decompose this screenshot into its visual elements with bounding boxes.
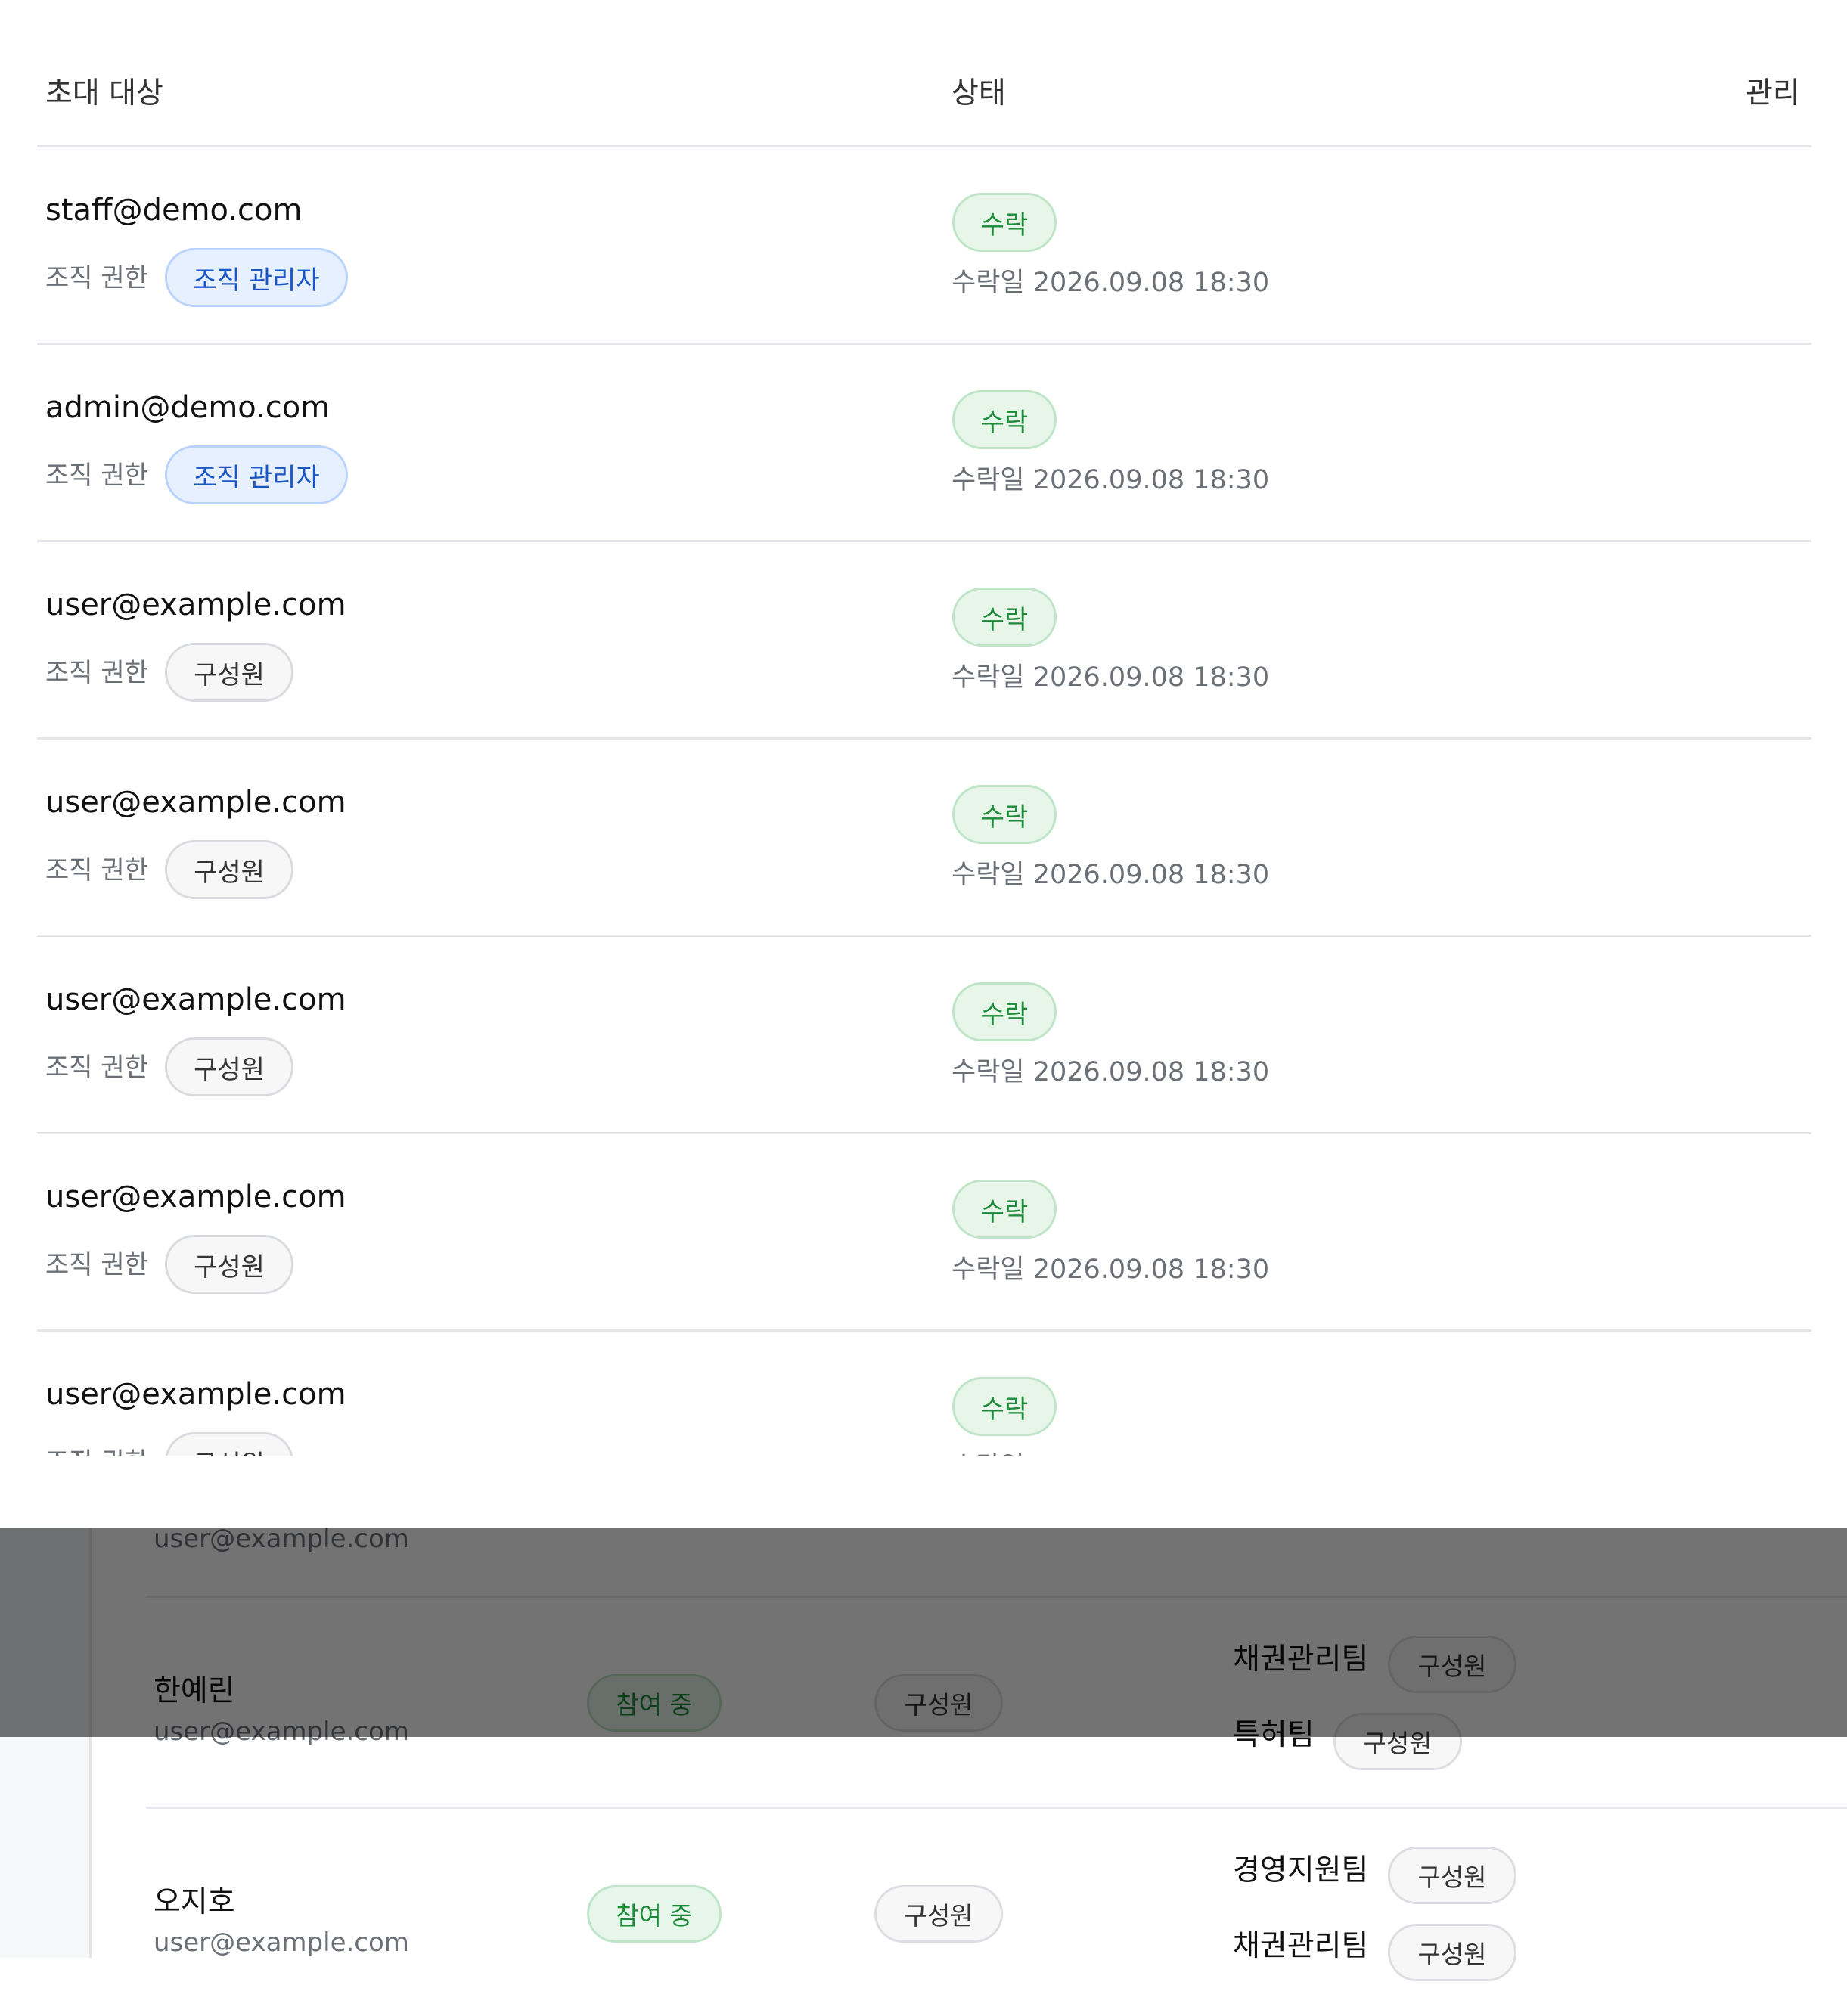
accepted-date: 수락일 2026.09.08 18:30 (951, 1445, 1269, 1456)
invitation-row[interactable]: user@example.com 조직 권한 구성원 수락 수락일 2026.0… (37, 1332, 1811, 1456)
status-badge: 수락 (952, 390, 1057, 449)
role-badge: 구성원 (165, 643, 293, 702)
invitee-email: user@example.com (45, 982, 346, 1017)
role-badge: 조직 관리자 (165, 248, 348, 307)
status-badge: 수락 (952, 1180, 1057, 1239)
invitation-row[interactable]: user@example.com 조직 권한 구성원 수락 수락일 2026.0… (37, 937, 1811, 1134)
invitee-email: staff@demo.com (45, 193, 303, 228)
invitation-row[interactable]: admin@demo.com 조직 권한 조직 관리자 수락 수락일 2026.… (37, 345, 1811, 542)
org-role-badge[interactable]: 구성원 (874, 1674, 1003, 1732)
permission-label: 조직 권한 (45, 461, 148, 491)
invitee-email: user@example.com (45, 785, 346, 820)
accepted-date: 수락일 2026.09.08 18:30 (951, 662, 1270, 693)
invitee-email: user@example.com (45, 1377, 346, 1412)
column-header-target: 초대 대상 (45, 76, 163, 110)
invitee-email: user@example.com (45, 1180, 346, 1214)
member-email: user@example.com (154, 1928, 409, 1958)
team-role-badge[interactable]: 구성원 (1388, 1636, 1516, 1693)
permission-label: 조직 권한 (45, 263, 148, 293)
column-header-status: 상태 (951, 76, 1006, 110)
team-name: 채권관리팀 (1233, 1642, 1369, 1676)
invitee-email: admin@demo.com (45, 390, 331, 425)
role-badge: 구성원 (165, 1432, 293, 1456)
invitation-row[interactable]: user@example.com 조직 권한 구성원 수락 수락일 2026.0… (37, 740, 1811, 937)
accepted-date: 수락일 2026.09.08 18:30 (951, 860, 1270, 890)
invitation-row[interactable]: user@example.com 조직 권한 구성원 수락 수락일 2026.0… (37, 542, 1811, 740)
member-row[interactable]: 오지호 user@example.com 참여 중 구성원 경영지원팀 구성원 … (146, 1807, 1847, 2016)
member-email: user@example.com (154, 1524, 409, 1554)
team-name: 특허팀 (1233, 1718, 1315, 1752)
accepted-date: 수락일 2026.09.08 18:30 (951, 1057, 1270, 1087)
column-header-manage: 관리 (1746, 76, 1800, 110)
sidebar (0, 1528, 92, 1958)
permission-label: 조직 권한 (45, 855, 148, 885)
member-status-badge: 참여 중 (587, 1885, 722, 1943)
team-role-badge[interactable]: 구성원 (1388, 1847, 1516, 1904)
permission-label: 조직 권한 (45, 1250, 148, 1280)
status-badge: 수락 (952, 785, 1057, 844)
role-badge: 구성원 (165, 840, 293, 899)
invitation-panel: 초대 대상 상태 관리 staff@demo.com 조직 권한 조직 관리자 … (0, 0, 1847, 1528)
team-name: 경영지원팀 (1233, 1853, 1369, 1887)
team-name: 채권관리팀 (1233, 1929, 1369, 1963)
accepted-date: 수락일 2026.09.08 18:30 (951, 1255, 1270, 1285)
permission-label: 조직 권한 (45, 1053, 148, 1083)
member-name: 한예린 (154, 1674, 235, 1708)
permission-label: 조직 권한 (45, 1441, 148, 1456)
status-badge: 수락 (952, 193, 1057, 252)
role-badge: 조직 관리자 (165, 445, 348, 504)
status-badge: 수락 (952, 1377, 1057, 1436)
invitation-row[interactable]: staff@demo.com 조직 권한 조직 관리자 수락 수락일 2026.… (37, 147, 1811, 345)
invitee-email: user@example.com (45, 588, 346, 622)
team-role-badge[interactable]: 구성원 (1333, 1713, 1462, 1770)
member-row[interactable]: 한예린 user@example.com 참여 중 구성원 채권관리팀 구성원 … (146, 1596, 1847, 1805)
status-badge: 수락 (952, 588, 1057, 647)
org-role-badge[interactable]: 구성원 (874, 1885, 1003, 1943)
team-role-badge[interactable]: 구성원 (1388, 1924, 1516, 1981)
member-status-badge: 참여 중 (587, 1674, 722, 1732)
invitation-row[interactable]: user@example.com 조직 권한 구성원 수락 수락일 2026.0… (37, 1134, 1811, 1332)
role-badge: 구성원 (165, 1037, 293, 1096)
accepted-date: 수락일 2026.09.08 18:30 (951, 268, 1270, 298)
status-badge: 수락 (952, 982, 1057, 1041)
member-email: user@example.com (154, 1717, 409, 1747)
role-badge: 구성원 (165, 1235, 293, 1294)
member-name: 오지호 (154, 1885, 235, 1919)
accepted-date: 수락일 2026.09.08 18:30 (951, 465, 1270, 495)
invitation-list[interactable]: staff@demo.com 조직 권한 조직 관리자 수락 수락일 2026.… (0, 147, 1847, 1456)
permission-label: 조직 권한 (45, 658, 148, 688)
